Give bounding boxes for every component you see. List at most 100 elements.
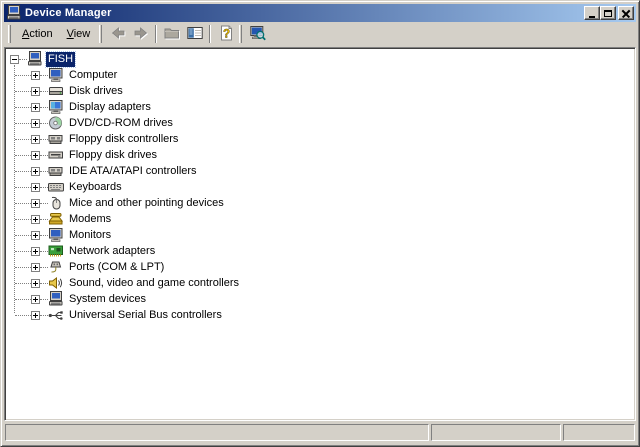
scan-for-hardware-changes-button[interactable] xyxy=(246,23,269,45)
tree-item-dvd-cd-rom-drives[interactable]: DVD/CD-ROM drives xyxy=(5,115,635,131)
tree-branch-line xyxy=(19,59,27,60)
tree-item-label[interactable]: Computer xyxy=(67,68,119,83)
tree-item-label[interactable]: Monitors xyxy=(67,228,113,243)
minimize-icon xyxy=(589,16,595,18)
expand-expander-icon[interactable] xyxy=(31,263,40,272)
tree-item-label[interactable]: Keyboards xyxy=(67,180,124,195)
tree-branch-line xyxy=(40,75,48,76)
tree-item-ide-ata-atapi-controllers[interactable]: IDE ATA/ATAPI controllers xyxy=(5,163,635,179)
tree-item-modems[interactable]: Modems xyxy=(5,211,635,227)
tree-item-fish[interactable]: FISH xyxy=(5,51,635,67)
expand-expander-icon[interactable] xyxy=(31,103,40,112)
toolbar-grip[interactable] xyxy=(239,25,242,43)
expand-expander-icon[interactable] xyxy=(31,151,40,160)
device-tree: FISHComputerDisk drivesDisplay adaptersD… xyxy=(5,48,635,323)
scan-computer-icon xyxy=(250,25,266,44)
menu-view[interactable]: View xyxy=(60,25,98,43)
tree-branch-line xyxy=(15,315,31,316)
expand-expander-icon[interactable] xyxy=(31,311,40,320)
cd-drive-icon xyxy=(48,115,64,131)
close-button[interactable] xyxy=(618,6,634,20)
device-tree-panel: FISHComputerDisk drivesDisplay adaptersD… xyxy=(4,47,636,421)
expand-expander-icon[interactable] xyxy=(31,295,40,304)
tree-item-computer[interactable]: Computer xyxy=(5,67,635,83)
tree-branch-line xyxy=(40,235,48,236)
tree-branch-line xyxy=(15,155,31,156)
tree-item-monitors[interactable]: Monitors xyxy=(5,227,635,243)
toolbar: ? xyxy=(97,23,269,45)
tree-item-floppy-disk-drives[interactable]: Floppy disk drives xyxy=(5,147,635,163)
tree-branch-line xyxy=(15,203,31,204)
tree-item-system-devices[interactable]: System devices xyxy=(5,291,635,307)
tree-branch-line xyxy=(40,283,48,284)
menu-action[interactable]: Action xyxy=(15,25,60,43)
show-hide-console-tree-button[interactable] xyxy=(183,23,206,45)
toolbar-grip[interactable] xyxy=(99,25,102,43)
tree-item-disk-drives[interactable]: Disk drives xyxy=(5,83,635,99)
tree-item-label[interactable]: Network adapters xyxy=(67,244,157,259)
tree-item-label[interactable]: Universal Serial Bus controllers xyxy=(67,308,224,323)
keyboard-icon xyxy=(48,179,64,195)
tree-item-label[interactable]: DVD/CD-ROM drives xyxy=(67,116,175,131)
tree-item-label[interactable]: IDE ATA/ATAPI controllers xyxy=(67,164,199,179)
expand-expander-icon[interactable] xyxy=(31,279,40,288)
tree-item-label[interactable]: Floppy disk drives xyxy=(67,148,159,163)
tree-item-label[interactable]: FISH xyxy=(46,52,75,67)
tree-item-label[interactable]: Floppy disk controllers xyxy=(67,132,180,147)
maximize-icon xyxy=(604,10,612,17)
device-manager-window: Device Manager ActionView ? FISHComputer… xyxy=(0,0,640,447)
tree-branch-line xyxy=(40,251,48,252)
tree-item-label[interactable]: System devices xyxy=(67,292,148,307)
expand-expander-icon[interactable] xyxy=(31,247,40,256)
collapse-expander-icon[interactable] xyxy=(10,55,19,64)
device-manager-icon[interactable] xyxy=(6,5,22,21)
menubar-grip[interactable] xyxy=(8,25,11,43)
expand-expander-icon[interactable] xyxy=(31,119,40,128)
minimize-button[interactable] xyxy=(584,6,600,20)
expand-expander-icon[interactable] xyxy=(31,231,40,240)
expand-expander-icon[interactable] xyxy=(31,71,40,80)
status-panel-3 xyxy=(563,424,635,441)
tree-item-universal-serial-bus-controllers[interactable]: Universal Serial Bus controllers xyxy=(5,307,635,323)
arrow-left-icon xyxy=(110,25,126,44)
tree-item-sound-video-and-game-controllers[interactable]: Sound, video and game controllers xyxy=(5,275,635,291)
folder-icon xyxy=(164,25,180,44)
status-panel-1 xyxy=(5,424,429,441)
expand-expander-icon[interactable] xyxy=(31,215,40,224)
expand-expander-icon[interactable] xyxy=(31,199,40,208)
tree-branch-line xyxy=(15,75,31,76)
tree-item-label[interactable]: Sound, video and game controllers xyxy=(67,276,241,291)
tree-branch-line xyxy=(15,299,31,300)
toolbar-separator xyxy=(155,25,157,43)
tree-item-label[interactable]: Ports (COM & LPT) xyxy=(67,260,166,275)
expand-expander-icon[interactable] xyxy=(31,87,40,96)
tree-branch-line xyxy=(15,139,31,140)
tree-item-floppy-disk-controllers[interactable]: Floppy disk controllers xyxy=(5,131,635,147)
tree-item-label[interactable]: Disk drives xyxy=(67,84,125,99)
tree-branch-line xyxy=(40,91,48,92)
svg-text:?: ? xyxy=(223,28,230,40)
console-tree-icon xyxy=(187,25,203,44)
titlebar[interactable]: Device Manager xyxy=(4,4,636,22)
tree-item-label[interactable]: Modems xyxy=(67,212,113,227)
maximize-button[interactable] xyxy=(600,6,616,20)
tree-branch-line xyxy=(15,123,31,124)
tree-branch-line xyxy=(40,267,48,268)
tree-item-network-adapters[interactable]: Network adapters xyxy=(5,243,635,259)
tree-branch-line xyxy=(40,155,48,156)
forward-button xyxy=(129,23,152,45)
tree-branch-line xyxy=(40,315,48,316)
tree-item-label[interactable]: Display adapters xyxy=(67,100,153,115)
tree-item-mice-and-other-pointing-devices[interactable]: Mice and other pointing devices xyxy=(5,195,635,211)
expand-expander-icon[interactable] xyxy=(31,183,40,192)
expand-expander-icon[interactable] xyxy=(31,167,40,176)
controller-icon xyxy=(48,163,64,179)
tree-item-display-adapters[interactable]: Display adapters xyxy=(5,99,635,115)
tree-item-label[interactable]: Mice and other pointing devices xyxy=(67,196,226,211)
tree-branch-line xyxy=(40,107,48,108)
help-button[interactable]: ? xyxy=(214,23,237,45)
expand-expander-icon[interactable] xyxy=(31,135,40,144)
tree-item-ports-com-lpt[interactable]: Ports (COM & LPT) xyxy=(5,259,635,275)
usb-icon xyxy=(48,307,64,323)
tree-item-keyboards[interactable]: Keyboards xyxy=(5,179,635,195)
